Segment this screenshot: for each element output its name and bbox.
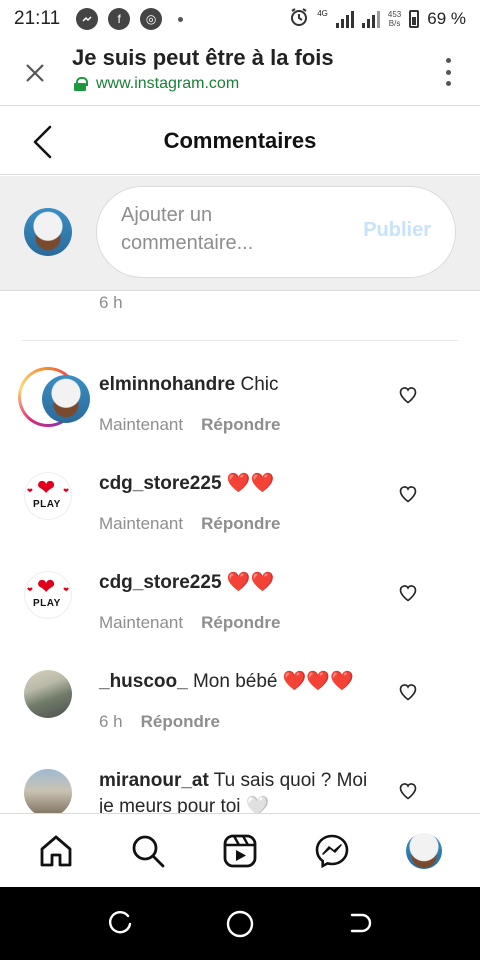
avatar-play-text: PLAY xyxy=(33,598,61,609)
commenter-avatar[interactable]: ❤ ❤ ❤ PLAY xyxy=(24,571,72,619)
more-notifications-dot xyxy=(178,16,184,22)
story-ring[interactable] xyxy=(18,367,90,427)
reply-button[interactable]: Répondre xyxy=(201,613,280,633)
commenter-avatar[interactable] xyxy=(24,670,72,718)
heart-icon xyxy=(399,783,417,800)
home-icon xyxy=(40,835,72,866)
comment-meta: Maintenant Répondre xyxy=(99,514,280,534)
network-type: 4G xyxy=(317,8,328,18)
divider xyxy=(22,340,458,341)
comment-body: ❤️❤️ xyxy=(226,572,275,593)
nav-profile[interactable] xyxy=(404,831,444,871)
comment-input-box[interactable]: Ajouter un commentaire... Publier xyxy=(96,186,456,278)
comment-text: miranour_at Tu sais quoi ? Moi je meurs … xyxy=(99,768,379,813)
comment-username[interactable]: miranour_at xyxy=(99,770,209,791)
battery-percent: 69 % xyxy=(427,9,466,28)
commenter-avatar[interactable]: ❤ ❤ ❤ PLAY xyxy=(24,472,72,520)
comment-text: elminnohandre Chic xyxy=(99,372,379,398)
back-nav-button[interactable] xyxy=(345,909,375,939)
url-row: www.instagram.com xyxy=(74,75,239,93)
comment-meta: Maintenant Répondre xyxy=(99,613,280,633)
messenger-icon xyxy=(315,834,349,868)
comment-username[interactable]: cdg_store225 xyxy=(99,473,222,494)
close-tab-button[interactable] xyxy=(20,58,50,88)
overflow-menu-button[interactable] xyxy=(444,58,452,86)
page-title: Je suis peut être à la fois xyxy=(72,45,334,70)
nav-home[interactable] xyxy=(36,831,76,871)
home-button[interactable] xyxy=(225,909,255,939)
signal-icon xyxy=(335,10,354,28)
lock-icon xyxy=(74,77,88,91)
recents-icon xyxy=(109,910,132,933)
reels-icon xyxy=(223,834,257,867)
comment-text: cdg_store225 ❤️❤️ xyxy=(99,471,379,497)
like-comment-button[interactable] xyxy=(398,385,418,405)
android-navigation-bar xyxy=(0,887,480,960)
comment-body: Mon bébé ❤️❤️❤️ xyxy=(192,671,354,692)
like-comment-button[interactable] xyxy=(398,781,418,801)
comment-text: cdg_store225 ❤️❤️ xyxy=(99,570,379,596)
nav-search[interactable] xyxy=(128,831,168,871)
like-comment-button[interactable] xyxy=(398,682,418,702)
comment-time: Maintenant xyxy=(99,415,184,434)
reply-button[interactable]: Répondre xyxy=(201,415,280,435)
comment-meta: Maintenant Répondre xyxy=(99,415,280,435)
comments-list[interactable]: 6 h elminnohandre Chic Maintenant Répond… xyxy=(0,291,480,813)
heart-icon xyxy=(399,387,417,404)
comment-username[interactable]: _huscoo_ xyxy=(99,671,188,692)
previous-comment-time: 6 h xyxy=(99,293,123,312)
heart-icon xyxy=(399,486,417,503)
heart-icon xyxy=(399,585,417,602)
comment-meta: 6 h Répondre xyxy=(99,712,220,732)
battery-icon xyxy=(409,10,420,28)
comment-text: _huscoo_ Mon bébé ❤️❤️❤️ xyxy=(99,669,379,695)
comment-item: elminnohandre Chic Maintenant Répondre xyxy=(0,365,480,464)
recents-button[interactable] xyxy=(105,909,135,939)
comment-body: ❤️❤️ xyxy=(226,473,275,494)
comments-header: Commentaires xyxy=(0,107,480,175)
signal-2-icon xyxy=(361,10,380,28)
current-user-avatar xyxy=(24,208,72,256)
comment-body: Chic xyxy=(240,374,279,395)
net-speed: 453 B/s xyxy=(387,10,402,28)
like-comment-button[interactable] xyxy=(398,583,418,603)
comment-item: ❤ ❤ ❤ PLAY cdg_store225 ❤️❤️ Maintenant Ré… xyxy=(0,563,480,662)
avatar-play-text: PLAY xyxy=(33,499,61,510)
reply-button[interactable]: Répondre xyxy=(141,712,220,732)
messenger-notification-icon xyxy=(76,8,99,30)
comment-time: 6 h xyxy=(99,712,123,731)
comment-composer: Ajouter un commentaire... Publier xyxy=(0,176,480,291)
url-text: www.instagram.com xyxy=(96,75,240,92)
alarm-icon xyxy=(289,7,309,32)
heart-icon xyxy=(399,684,417,701)
close-icon xyxy=(26,64,44,82)
back-icon xyxy=(350,913,372,932)
facebook-notification-icon: f xyxy=(108,8,131,30)
like-comment-button[interactable] xyxy=(398,484,418,504)
status-time: 21:11 xyxy=(14,8,61,29)
comment-username[interactable]: cdg_store225 xyxy=(99,572,222,593)
status-bar: 21:11 f ◎ 4G 453 B/s 69 % xyxy=(0,0,480,38)
browser-toolbar: Je suis peut être à la fois www.instagra… xyxy=(0,38,480,106)
home-circle-icon xyxy=(226,910,254,937)
reply-button[interactable]: Répondre xyxy=(201,514,280,534)
comment-item: ❤ ❤ ❤ PLAY cdg_store225 ❤️❤️ Maintenant Ré… xyxy=(0,464,480,563)
comment-time: Maintenant xyxy=(99,514,184,533)
publish-button[interactable]: Publier xyxy=(363,219,431,242)
profile-avatar xyxy=(406,832,442,869)
search-icon xyxy=(132,835,165,867)
comment-item: _huscoo_ Mon bébé ❤️❤️❤️ 6 h Répondre xyxy=(0,662,480,761)
comment-item: miranour_at Tu sais quoi ? Moi je meurs … xyxy=(0,761,480,813)
nav-reels[interactable] xyxy=(220,831,260,871)
nav-messenger[interactable] xyxy=(312,831,352,871)
header-title: Commentaires xyxy=(163,128,317,153)
chrome-notification-icon: ◎ xyxy=(140,8,163,30)
comment-username[interactable]: elminnohandre xyxy=(99,374,235,395)
commenter-avatar xyxy=(42,375,90,423)
commenter-avatar[interactable] xyxy=(24,769,72,813)
comment-input[interactable]: Ajouter un commentaire... xyxy=(121,201,321,257)
bottom-navigation xyxy=(0,813,480,887)
comment-time: Maintenant xyxy=(99,613,184,632)
